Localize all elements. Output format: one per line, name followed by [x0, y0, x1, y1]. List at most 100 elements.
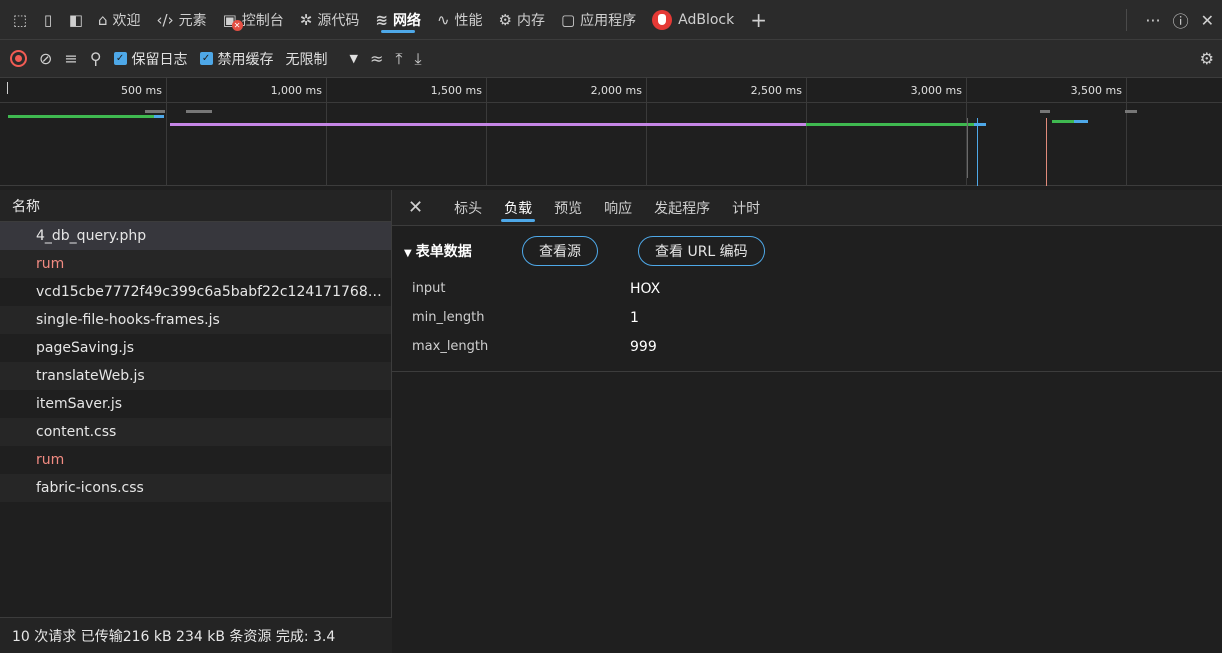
timeline-ruler [0, 102, 1222, 103]
view-source-button[interactable]: 查看源 [522, 236, 598, 266]
timeline-grid-line [1126, 78, 1127, 186]
network-conditions-icon[interactable]: ≈ [370, 49, 383, 68]
detail-tab[interactable]: 负载 [493, 190, 543, 226]
tab-performance[interactable]: ∿ 性能 [429, 0, 491, 40]
field-value: 999 [630, 338, 657, 355]
request-list-panel: 名称 4_db_query.phprum vcd15cbe7772f49c399c… [0, 190, 392, 653]
application-window-icon: ▢ [560, 10, 576, 29]
import-har-icon[interactable]: ⤒ [395, 49, 402, 69]
request-rows: 4_db_query.phprum vcd15cbe7772f49c399c6a5… [0, 222, 391, 502]
form-field-row: min_length 1 [392, 303, 1222, 332]
timeline-grid-line [326, 78, 327, 186]
tab-sources[interactable]: ✲ 源代码 [292, 0, 368, 40]
tab-memory[interactable]: ⚙ 内存 [491, 0, 553, 40]
help-icon[interactable]: ⓘ [1173, 8, 1189, 32]
detail-tab[interactable]: 标头 [443, 190, 493, 226]
divider [392, 371, 1222, 372]
preserve-log-checkbox[interactable]: ✓ 保留日志 [113, 49, 188, 69]
timeline-tick-label: 3,500 ms [1070, 84, 1122, 97]
close-detail-icon[interactable]: ✕ [408, 197, 423, 218]
record-button[interactable] [10, 50, 27, 67]
checkmark-icon: ✓ [113, 52, 127, 65]
field-value: HOX [630, 280, 661, 297]
add-tab-button[interactable]: + [742, 0, 775, 40]
timeline-tick-label: 2,500 ms [750, 84, 802, 97]
tab-console[interactable]: ▣ ✕ 控制台 [215, 0, 292, 40]
request-name: 4_db_query.php [36, 228, 147, 244]
request-row[interactable]: single-file-hooks-frames.js [0, 306, 391, 334]
timeline-grid-line [486, 78, 487, 186]
timeline-grid-line [806, 78, 807, 186]
tab-label: 元素 [178, 12, 207, 29]
dock-side-icon[interactable]: ◧ [62, 6, 90, 34]
button-label: 查看 URL 编码 [655, 244, 748, 260]
divider [1126, 9, 1128, 31]
request-row[interactable]: rum [0, 446, 391, 474]
tab-adblock[interactable]: AdBlock [644, 0, 742, 40]
detail-tab-list: 标头 负载 预览 响应 发起程序 计时 [443, 190, 771, 226]
request-row[interactable]: itemSaver.js [0, 390, 391, 418]
inspect-icon[interactable]: ⬚ [6, 6, 34, 34]
request-row[interactable]: 4_db_query.php [0, 222, 391, 250]
timeline-marker [977, 118, 978, 186]
window-controls: ··· ⓘ ✕ [1120, 0, 1214, 40]
timeline-tick-label: 2,000 ms [590, 84, 642, 97]
tab-label: 内存 [516, 12, 545, 29]
waterfall-bar [8, 115, 154, 118]
detail-tab[interactable]: 发起程序 [643, 190, 721, 226]
timeline-overview[interactable]: 500 ms 1,000 ms 1,500 ms 2,000 ms 2,500 ms 3,… [0, 78, 1222, 186]
close-devtools-icon[interactable]: ✕ [1201, 11, 1214, 30]
view-url-encoded-button[interactable]: 查看 URL 编码 [638, 236, 765, 266]
more-options-icon[interactable]: ··· [1145, 11, 1160, 30]
column-header-label: 名称 [12, 198, 40, 215]
detail-tab[interactable]: 预览 [543, 190, 593, 226]
bug-icon: ✲ [299, 10, 313, 29]
request-row[interactable]: fabric-icons.css [0, 474, 391, 502]
code-icon: ‹/› [156, 10, 174, 29]
form-field-row: max_length 999 [392, 332, 1222, 361]
tab-elements[interactable]: ‹/› 元素 [149, 0, 215, 40]
section-title: 表单数据 [415, 244, 472, 260]
request-row[interactable]: translateWeb.js [0, 362, 391, 390]
form-data-toggle[interactable]: ▼ 表单数据 [404, 241, 522, 261]
request-name: content.css [36, 424, 117, 440]
tab-label: 欢迎 [112, 12, 141, 29]
waterfall-bar [145, 110, 165, 113]
detail-tab[interactable]: 计时 [721, 190, 771, 226]
tab-network[interactable]: ≋ 网络 [367, 0, 429, 40]
request-row[interactable]: content.css [0, 418, 391, 446]
request-row[interactable]: rum [0, 250, 391, 278]
request-name: pageSaving.js [36, 340, 134, 356]
request-name: rum [36, 256, 65, 272]
dropdown-arrow-icon: ▼ [349, 52, 358, 65]
request-name: fabric-icons.css [36, 480, 144, 496]
disable-cache-checkbox[interactable]: ✓ 禁用缓存 [199, 49, 274, 69]
waterfall-bar [154, 115, 164, 118]
tab-application[interactable]: ▢ 应用程序 [553, 0, 644, 40]
name-column-header[interactable]: 名称 [0, 190, 391, 222]
memory-chip-icon: ⚙ [498, 10, 512, 29]
checkmark-icon: ✓ [199, 52, 213, 65]
request-name: rum [36, 452, 65, 468]
wifi-icon: ≋ [375, 10, 388, 29]
tab-label: 网络 [392, 12, 421, 29]
home-icon: ⌂ [98, 10, 108, 29]
detail-tabs: ✕ 标头 负载 预览 响应 发起程序 计时 [392, 190, 1222, 226]
performance-icon: ∿ [436, 10, 450, 29]
field-key: max_length [412, 339, 489, 354]
button-label: 查看源 [539, 244, 581, 260]
settings-gear-icon[interactable]: ⚙ [1200, 49, 1214, 68]
timeline-grid-line [646, 78, 647, 186]
detail-tab[interactable]: 响应 [593, 190, 643, 226]
export-har-icon[interactable]: ⤓ [414, 49, 421, 69]
filter-icon[interactable]: ≡ [64, 49, 77, 68]
throttling-value: 无限制 [285, 51, 328, 68]
device-emulation-icon[interactable]: ▯ [34, 6, 62, 34]
search-icon[interactable]: ⚲ [90, 49, 102, 68]
throttling-select[interactable]: 无限制 ▼ [286, 49, 358, 69]
request-row[interactable]: pageSaving.js [0, 334, 391, 362]
form-field-row: input HOX [392, 274, 1222, 303]
clear-icon[interactable]: ⊘ [39, 49, 52, 68]
request-row[interactable]: vcd15cbe7772f49c399c6a5babf22c124171768… [0, 278, 391, 306]
tab-welcome[interactable]: ⌂ 欢迎 [90, 0, 149, 40]
